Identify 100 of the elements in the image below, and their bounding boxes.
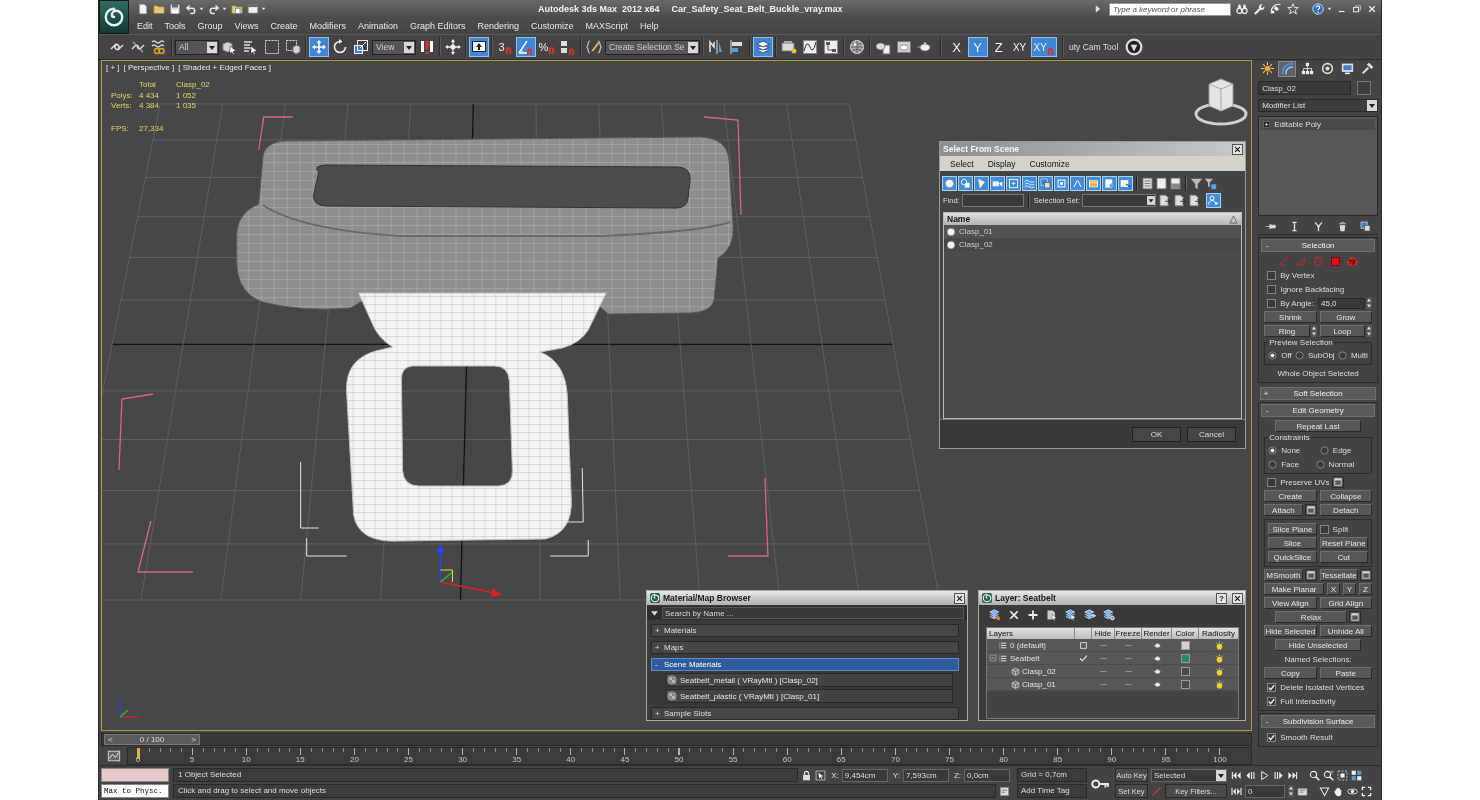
viewport-label[interactable]: [ Shaded + Edged Faces ] bbox=[178, 63, 271, 72]
key-set-dropdown[interactable]: Selected bbox=[1151, 768, 1227, 782]
menu-item[interactable]: Customize bbox=[525, 21, 580, 31]
layers-button[interactable] bbox=[752, 37, 773, 57]
time-slider-handle[interactable]: < 0 / 100 > bbox=[104, 734, 200, 745]
rollout-button[interactable]: Y bbox=[1343, 583, 1356, 595]
settings-button[interactable] bbox=[1331, 476, 1344, 488]
dialog-button[interactable]: Cancel bbox=[1187, 426, 1236, 442]
menu-item[interactable]: Select bbox=[950, 158, 974, 169]
type-filter-button[interactable] bbox=[1006, 175, 1021, 191]
checkbox[interactable] bbox=[1267, 284, 1277, 294]
scale-button[interactable] bbox=[351, 37, 371, 57]
close-button[interactable] bbox=[1232, 592, 1243, 604]
stack-cursor-icon[interactable] bbox=[1065, 609, 1077, 621]
menu-item[interactable]: Views bbox=[228, 21, 265, 31]
type-filter-button[interactable] bbox=[990, 175, 1005, 191]
color-swatch-button[interactable] bbox=[1357, 81, 1372, 95]
padlock-icon[interactable] bbox=[801, 769, 813, 781]
move-button[interactable] bbox=[309, 37, 329, 57]
wrench-icon[interactable] bbox=[1253, 3, 1265, 15]
rollout-button[interactable]: X bbox=[1327, 583, 1340, 595]
bulb-icon[interactable] bbox=[1214, 666, 1224, 676]
track-bar[interactable]: 0 5 10 15 20 25 30 35 40 45 50 55 60 65 70 75 80 85 90 95 100 bbox=[127, 747, 1253, 765]
menu-item[interactable]: Customize bbox=[1029, 158, 1070, 169]
coordinate-field[interactable]: 9,454cm bbox=[841, 768, 888, 782]
dropdown[interactable]: View bbox=[372, 39, 416, 55]
orbit-icon[interactable] bbox=[1347, 785, 1358, 797]
menu-item[interactable]: Display bbox=[987, 158, 1016, 169]
list-page-icon[interactable] bbox=[1141, 176, 1154, 190]
teapot-icon[interactable] bbox=[1152, 640, 1162, 650]
viewport[interactable] bbox=[101, 60, 1253, 731]
binoculars-icon[interactable] bbox=[1236, 3, 1248, 15]
menu-item[interactable]: Edit bbox=[131, 21, 159, 31]
rollout-button[interactable]: MSmooth bbox=[1264, 569, 1303, 581]
frame-box-icon[interactable] bbox=[1337, 769, 1348, 781]
axis-constraint-button[interactable]: X bbox=[946, 37, 967, 57]
rollout-button[interactable]: Grid Align bbox=[1319, 597, 1372, 609]
panel-tab[interactable] bbox=[1258, 60, 1277, 77]
layer-row[interactable]: Clasp_01 bbox=[987, 678, 1238, 691]
checkbox[interactable] bbox=[1267, 270, 1277, 280]
teapot-icon[interactable] bbox=[1152, 666, 1162, 676]
menu-item[interactable]: Modifiers bbox=[303, 21, 352, 31]
crosshair-button[interactable] bbox=[443, 37, 463, 57]
selection-set-dropdown[interactable] bbox=[1081, 194, 1156, 207]
page-arrow-icon[interactable] bbox=[1172, 194, 1186, 207]
next-frame-button[interactable]: > bbox=[191, 735, 196, 744]
plus-icon[interactable] bbox=[1027, 609, 1039, 621]
rollout-button[interactable]: Shrink bbox=[1264, 311, 1317, 323]
toolbar-label[interactable]: uty Cam Tool bbox=[1068, 42, 1119, 52]
rollout-header[interactable]: - Edit Geometry bbox=[1261, 404, 1375, 417]
stack-arrow-icon[interactable] bbox=[1084, 609, 1096, 621]
column-header[interactable]: Layers bbox=[987, 628, 1075, 639]
tick-icon[interactable] bbox=[1079, 653, 1088, 663]
bulb-icon[interactable] bbox=[1214, 679, 1224, 689]
page-arrow-icon[interactable] bbox=[1157, 194, 1171, 207]
window-icon[interactable] bbox=[247, 3, 259, 15]
cursor-box-icon[interactable] bbox=[815, 769, 827, 781]
dropdown[interactable]: All bbox=[175, 39, 219, 55]
monitor-arrow-button[interactable] bbox=[469, 37, 489, 57]
dialog-button[interactable]: OK bbox=[1132, 426, 1181, 442]
color-swatch[interactable] bbox=[1181, 666, 1190, 676]
step-forward-icon[interactable] bbox=[1273, 769, 1284, 781]
rollout-button[interactable]: Repeat Last bbox=[1274, 420, 1362, 432]
type-filter-button[interactable] bbox=[1038, 175, 1053, 191]
sync-selection-button[interactable] bbox=[1205, 193, 1221, 208]
viewport-label[interactable]: [ + ] bbox=[106, 63, 120, 72]
coordinate-field[interactable]: 7,593cm bbox=[902, 768, 949, 782]
frame-grid-icon[interactable] bbox=[1351, 769, 1362, 781]
type-filter-button[interactable] bbox=[942, 175, 957, 191]
checkbox[interactable] bbox=[1267, 732, 1277, 742]
layer-row[interactable]: Seatbelt bbox=[987, 652, 1238, 665]
close-button[interactable] bbox=[954, 592, 965, 604]
cross-icon[interactable] bbox=[1008, 609, 1020, 621]
find-field[interactable] bbox=[961, 194, 1024, 207]
radio-button[interactable] bbox=[1315, 459, 1325, 469]
menu-item[interactable]: Help bbox=[634, 21, 665, 31]
radio-button[interactable] bbox=[1294, 350, 1304, 360]
folder-icon[interactable] bbox=[153, 3, 165, 15]
magnifier-grid-icon[interactable] bbox=[1323, 769, 1334, 781]
graph-window-icon[interactable] bbox=[106, 749, 122, 763]
stacked-squares-icon[interactable] bbox=[1360, 220, 1372, 232]
rollout-button[interactable]: Ring bbox=[1264, 325, 1310, 337]
type-filter-button[interactable] bbox=[1054, 175, 1069, 191]
panel-tab[interactable] bbox=[1278, 60, 1297, 77]
magnifier-icon[interactable] bbox=[1309, 769, 1320, 781]
close-button[interactable] bbox=[1232, 143, 1243, 155]
move-gizmo-icon[interactable] bbox=[436, 544, 503, 597]
spinner-arrows-icon[interactable] bbox=[1288, 785, 1294, 797]
radio-button[interactable] bbox=[1319, 445, 1329, 455]
page-arrow-icon[interactable] bbox=[1187, 194, 1201, 207]
corners-icon[interactable] bbox=[1361, 785, 1372, 797]
search-field[interactable]: Search by Name ... bbox=[662, 607, 964, 619]
rollout-button[interactable]: Cut bbox=[1319, 551, 1368, 563]
application-menu-button[interactable] bbox=[99, 0, 129, 34]
axis-constraint-button[interactable]: XY bbox=[1030, 37, 1057, 57]
rollout-button[interactable]: Copy bbox=[1264, 667, 1317, 679]
rollout-header[interactable]: - Selection bbox=[1261, 239, 1375, 252]
rollout-button[interactable]: Z bbox=[1359, 583, 1372, 595]
radio-button[interactable] bbox=[1268, 350, 1278, 360]
rollout-button[interactable]: Tessellate bbox=[1319, 569, 1358, 581]
